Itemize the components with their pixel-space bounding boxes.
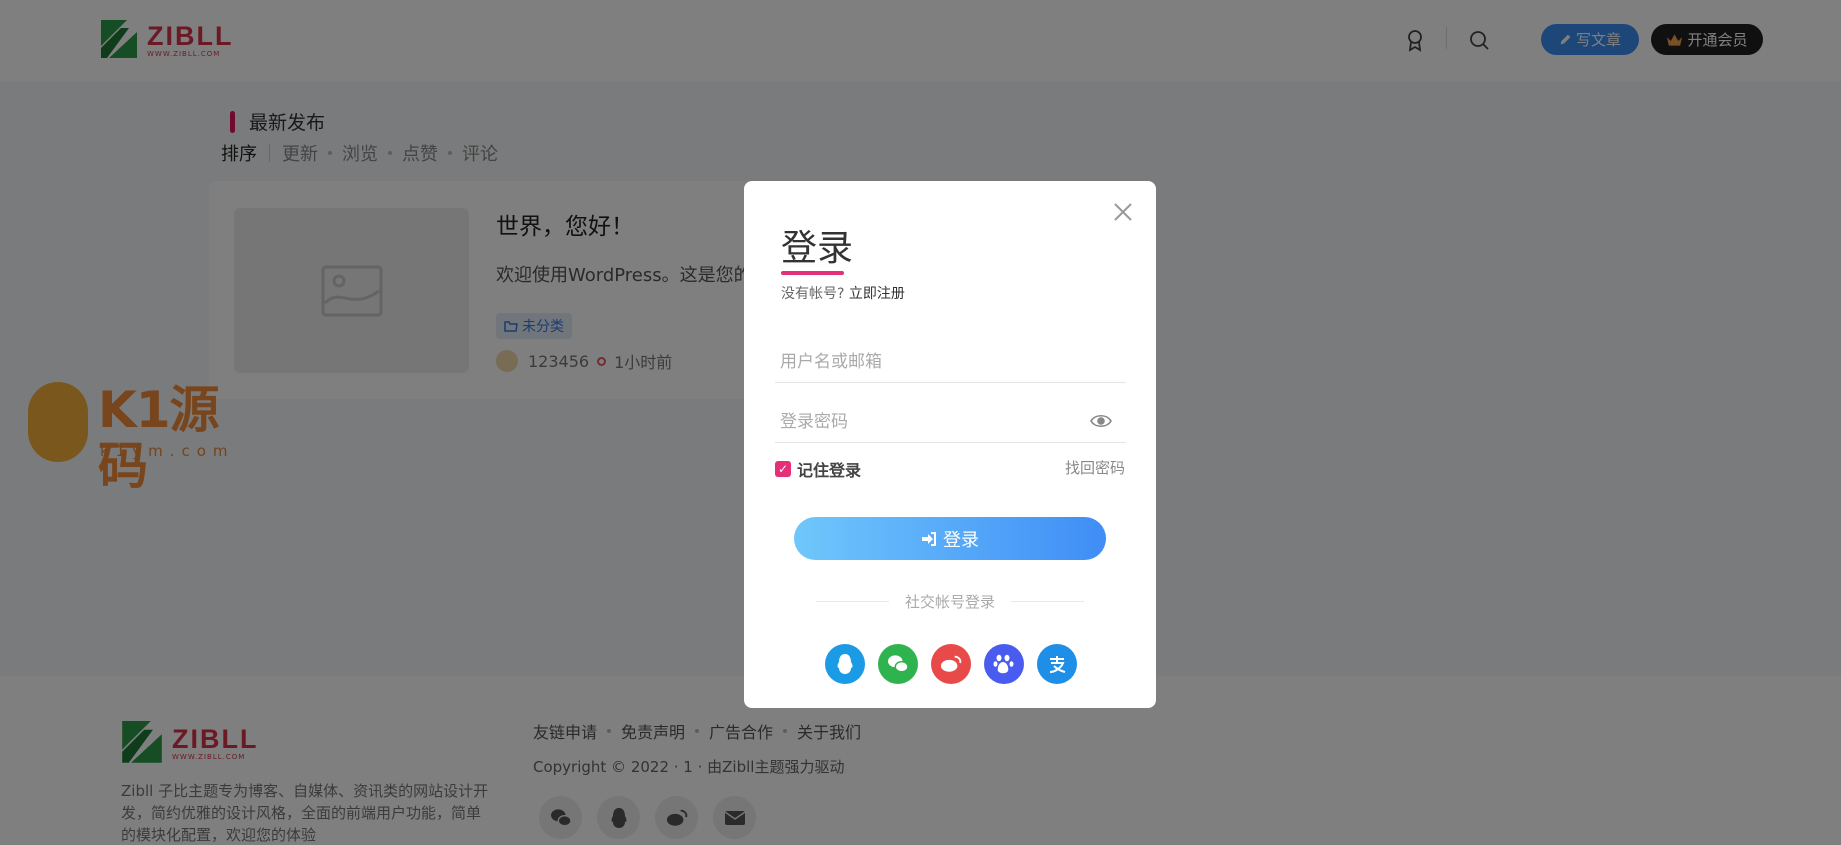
login-button[interactable]: 登录	[794, 517, 1106, 560]
password-input[interactable]	[775, 401, 1126, 443]
close-icon[interactable]	[1112, 201, 1134, 223]
eye-icon[interactable]	[1090, 412, 1112, 430]
remember-checkbox[interactable]: ✓	[775, 461, 791, 477]
weibo-login-icon[interactable]	[931, 644, 971, 684]
username-input[interactable]	[775, 341, 1126, 383]
alipay-login-icon[interactable]	[1037, 644, 1077, 684]
social-login-divider: 社交帐号登录	[816, 591, 1085, 612]
wechat-login-icon[interactable]	[878, 644, 918, 684]
register-prompt: 没有帐号? 立即注册	[781, 286, 905, 302]
remember-login[interactable]: ✓ 记住登录	[775, 457, 861, 481]
baidu-login-icon[interactable]	[984, 644, 1024, 684]
register-link[interactable]: 立即注册	[849, 286, 905, 302]
forgot-password-link[interactable]: 找回密码	[1065, 457, 1125, 478]
title-underline	[781, 271, 844, 275]
login-modal: 登录 没有帐号? 立即注册 ✓ 记住登录 找回密码 登录 社交帐号登录	[744, 181, 1156, 708]
social-login-buttons	[825, 644, 1077, 684]
sign-in-icon	[922, 531, 936, 546]
login-title: 登录	[781, 228, 854, 269]
qq-login-icon[interactable]	[825, 644, 865, 684]
